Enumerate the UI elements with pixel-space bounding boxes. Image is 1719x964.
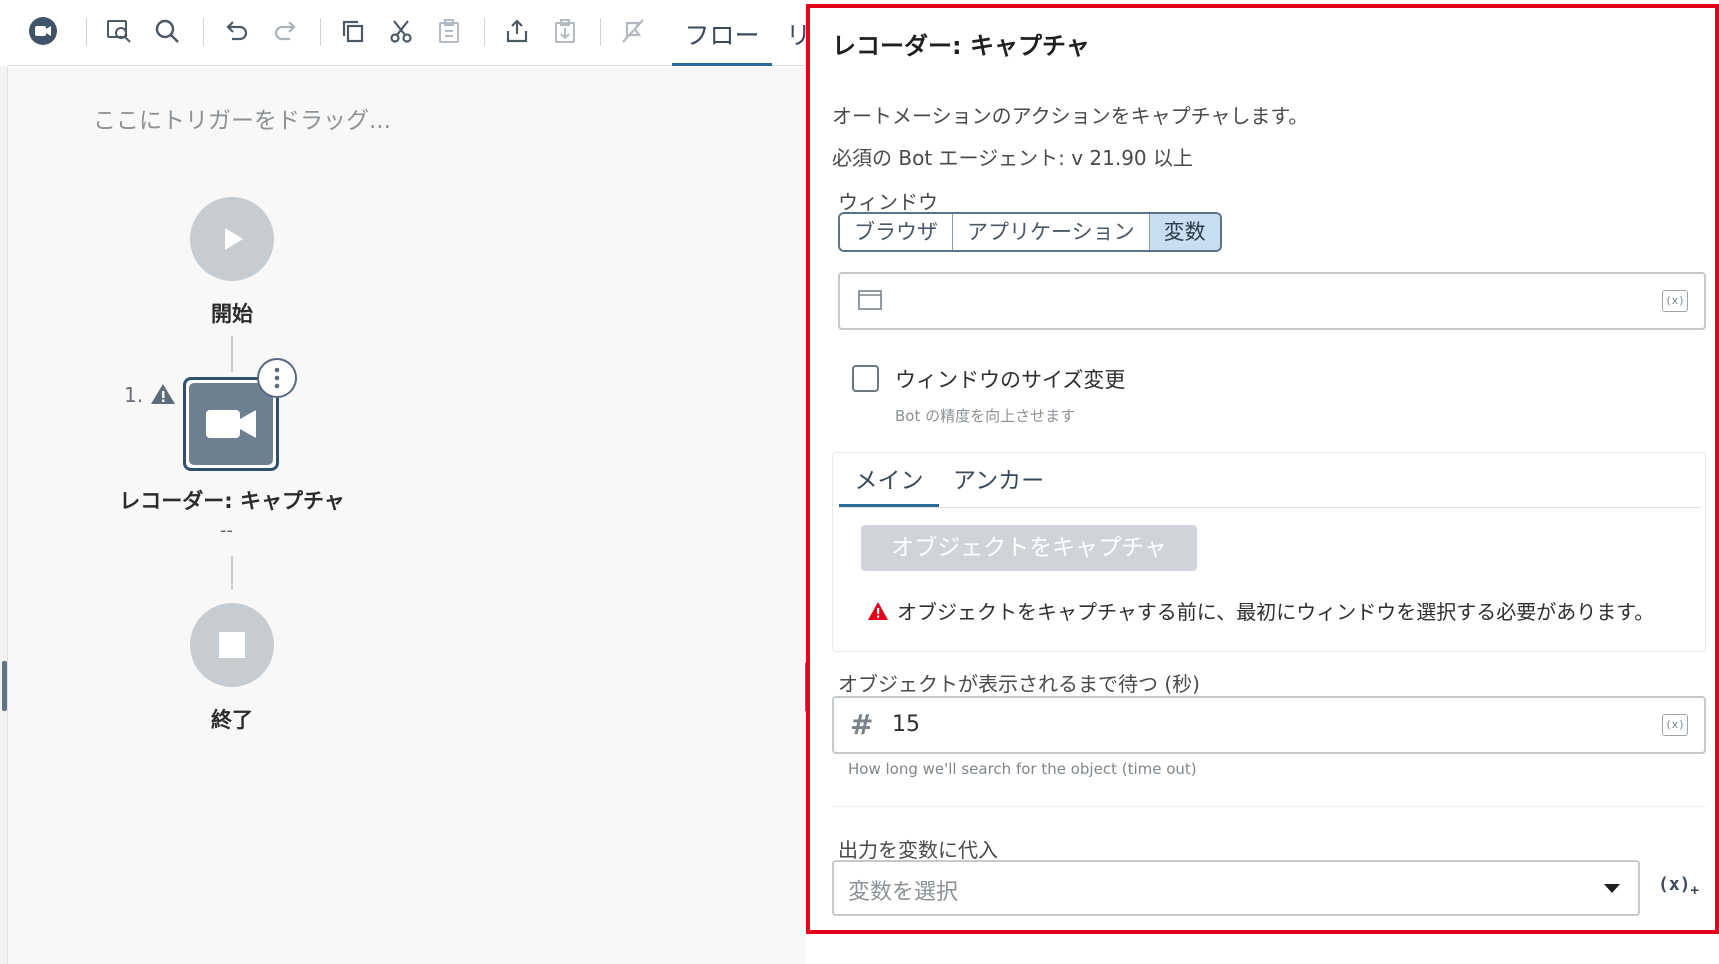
caret-down-icon bbox=[1604, 884, 1620, 893]
play-icon bbox=[225, 228, 243, 250]
resize-window-checkbox[interactable] bbox=[852, 365, 879, 392]
action-subtext: -- bbox=[220, 520, 233, 541]
section-divider bbox=[832, 806, 1706, 807]
number-icon: # bbox=[850, 708, 874, 741]
wait-timeout-field[interactable]: # 15 (x) bbox=[832, 696, 1706, 754]
find-in-canvas-icon[interactable] bbox=[100, 12, 138, 50]
search-icon[interactable] bbox=[148, 12, 186, 50]
capture-tabs-section: メイン アンカー オブジェクトをキャプチャ オブジェクトをキャプチャする前に、最… bbox=[832, 452, 1706, 652]
tab-anchor[interactable]: アンカー bbox=[953, 463, 1044, 499]
step-number: 1. bbox=[124, 383, 144, 407]
resize-window-help: Bot の精度を向上させます bbox=[895, 407, 1076, 425]
warning-icon bbox=[150, 382, 176, 410]
window-icon bbox=[858, 290, 882, 314]
resize-window-label[interactable]: ウィンドウのサイズ変更 bbox=[895, 364, 1125, 394]
paste-icon[interactable] bbox=[430, 12, 468, 50]
connector-line bbox=[231, 336, 233, 372]
export-icon[interactable] bbox=[498, 12, 536, 50]
left-collapse-bar bbox=[0, 66, 8, 964]
window-variable-field[interactable]: (x) bbox=[838, 272, 1706, 330]
capture-warning-text: オブジェクトをキャプチャする前に、最初にウィンドウを選択する必要があります。 bbox=[897, 600, 1655, 624]
tabs-divider bbox=[839, 507, 1701, 508]
output-variable-select[interactable]: 変数を選択 bbox=[832, 860, 1640, 916]
node-more-icon[interactable] bbox=[257, 358, 297, 398]
start-label: 開始 bbox=[211, 302, 253, 326]
tab-main[interactable]: メイン bbox=[839, 463, 939, 507]
window-type-selector: ブラウザ アプリケーション 変数 bbox=[838, 212, 1222, 252]
action-properties-panel: レコーダー: キャプチャ オートメーションのアクションをキャプチャします。 必須… bbox=[806, 4, 1719, 934]
end-label: 終了 bbox=[211, 708, 253, 732]
wait-timeout-label: オブジェクトが表示されるまで待つ (秒) bbox=[838, 672, 1200, 696]
tab-flow[interactable]: フロー bbox=[672, 14, 772, 66]
import-icon[interactable] bbox=[546, 12, 584, 50]
window-option-application[interactable]: アプリケーション bbox=[953, 214, 1150, 250]
capture-warning: オブジェクトをキャプチャする前に、最初にウィンドウを選択する必要があります。 bbox=[867, 596, 1654, 625]
recorder-icon[interactable] bbox=[24, 12, 62, 50]
insert-variable-icon[interactable]: (x) bbox=[1662, 714, 1688, 736]
wait-timeout-help: How long we'll search for the object (ti… bbox=[848, 760, 1197, 778]
window-option-variable[interactable]: 変数 bbox=[1149, 214, 1220, 250]
end-node[interactable] bbox=[190, 603, 274, 687]
capture-object-button[interactable]: オブジェクトをキャプチャ bbox=[861, 525, 1197, 571]
output-variable-label: 出力を変数に代入 bbox=[838, 838, 998, 862]
video-camera-icon bbox=[206, 410, 256, 438]
redo-icon[interactable] bbox=[266, 12, 304, 50]
action-label: レコーダー: キャプチャ bbox=[119, 489, 345, 513]
trigger-drop-hint[interactable]: ここにトリガーをドラッグ... bbox=[93, 101, 391, 135]
window-option-browser[interactable]: ブラウザ bbox=[840, 214, 953, 250]
start-node[interactable] bbox=[190, 197, 274, 281]
disable-icon[interactable] bbox=[614, 12, 652, 50]
undo-icon[interactable] bbox=[218, 12, 256, 50]
stop-icon bbox=[219, 632, 245, 658]
toolbar: フロー リ bbox=[8, 0, 811, 66]
bot-agent-requirement: 必須の Bot エージェント: v 21.90 以上 bbox=[832, 146, 1194, 170]
flow-editor: フロー リ ここにトリガーをドラッグ... 開始 1. レコーダー: キャプチャ… bbox=[0, 0, 811, 964]
create-variable-icon[interactable]: (x)+ bbox=[1658, 874, 1699, 899]
window-label: ウィンドウ bbox=[838, 190, 938, 214]
wait-timeout-value[interactable]: 15 bbox=[892, 712, 920, 737]
panel-description: オートメーションのアクションをキャプチャします。 bbox=[832, 104, 1309, 128]
insert-variable-icon[interactable]: (x) bbox=[1662, 290, 1688, 312]
flow-canvas bbox=[8, 67, 810, 964]
left-panel-handle[interactable] bbox=[2, 661, 7, 711]
output-variable-placeholder: 変数を選択 bbox=[848, 880, 959, 905]
copy-icon[interactable] bbox=[334, 12, 372, 50]
connector-line bbox=[231, 556, 233, 590]
warning-icon bbox=[868, 601, 888, 620]
cut-icon[interactable] bbox=[382, 12, 420, 50]
panel-title: レコーダー: キャプチャ bbox=[832, 32, 1090, 60]
